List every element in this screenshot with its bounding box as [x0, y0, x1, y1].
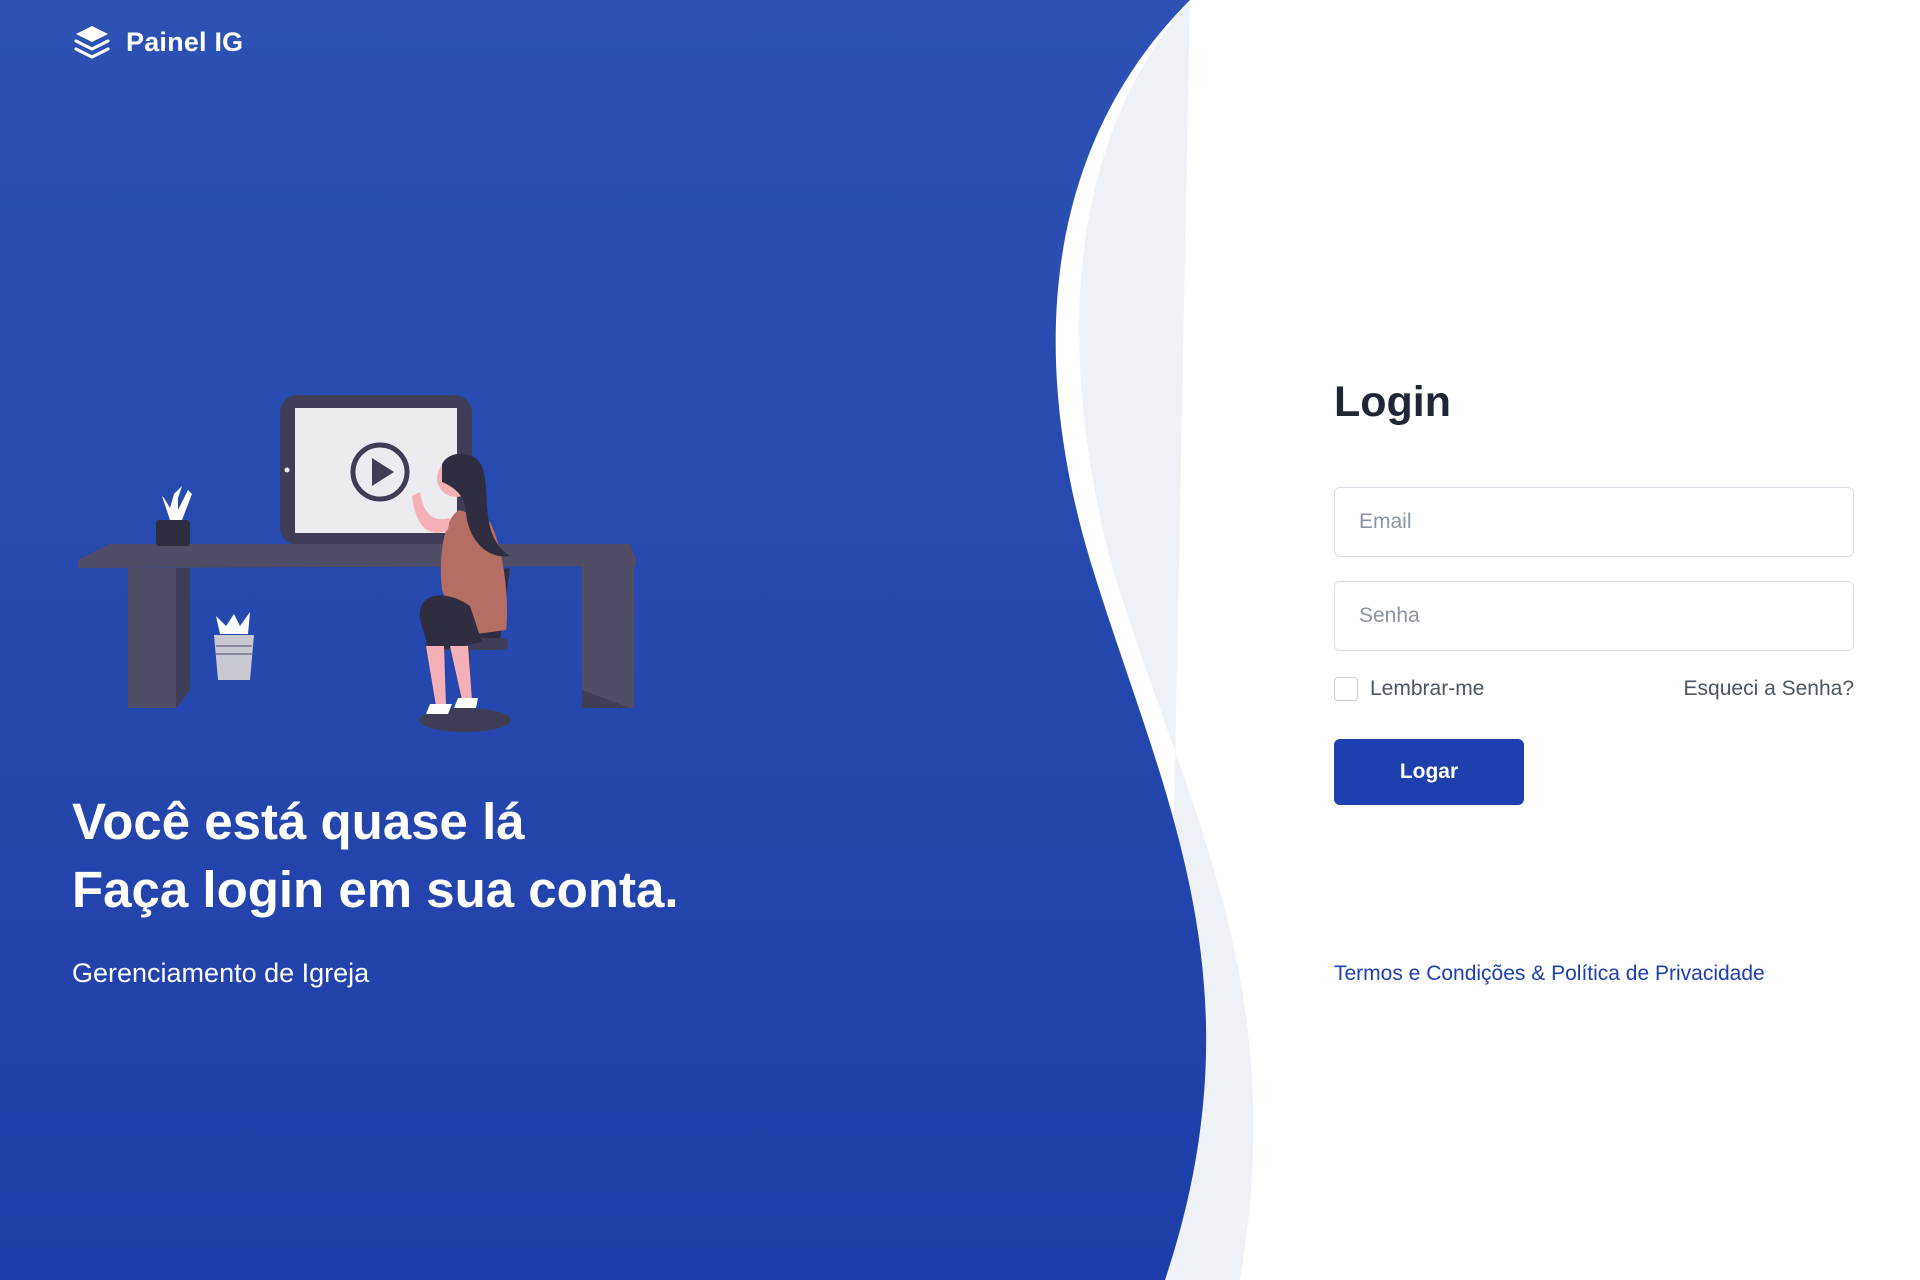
brand: Painel IG	[72, 22, 243, 62]
desk-illustration	[78, 395, 636, 732]
remember-me-checkbox[interactable]	[1334, 677, 1358, 701]
hero-title-line-1: Você está quase lá	[72, 793, 525, 850]
password-field[interactable]	[1334, 581, 1854, 651]
login-button[interactable]: Logar	[1334, 739, 1524, 805]
forgot-password-link[interactable]: Esqueci a Senha?	[1684, 677, 1854, 701]
login-form: Login Lembrar-me Esqueci a Senha? Logar	[1334, 378, 1854, 805]
email-field[interactable]	[1334, 487, 1854, 557]
login-title: Login	[1334, 378, 1452, 426]
remember-me[interactable]: Lembrar-me	[1334, 677, 1484, 701]
brand-name: Painel IG	[126, 26, 244, 57]
hero-subtitle: Gerenciamento de Igreja	[72, 958, 370, 988]
layers-icon	[74, 26, 110, 59]
terms-privacy-link[interactable]: Termos e Condições & Política de Privaci…	[1334, 962, 1765, 986]
remember-me-label: Lembrar-me	[1370, 677, 1485, 700]
hero-title-line-2: Faça login em sua conta.	[72, 861, 679, 918]
hero-title: Você está quase lá Faça login em sua con…	[72, 788, 679, 924]
form-options-row: Lembrar-me Esqueci a Senha?	[1334, 677, 1854, 701]
